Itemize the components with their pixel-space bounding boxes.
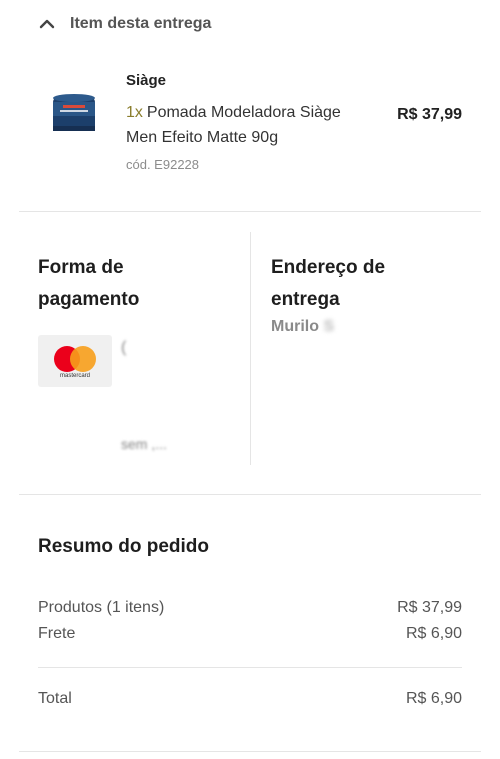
payment-card-info: ( bbox=[121, 339, 127, 356]
summary-title: Resumo do pedido bbox=[38, 536, 209, 557]
payment-installments: sem ,... bbox=[121, 436, 167, 452]
mastercard-card: mastercard bbox=[38, 335, 112, 387]
summary-total-label: Total bbox=[38, 690, 72, 707]
payment-title-line1: Forma de bbox=[38, 257, 124, 278]
address-recipient-name: Murilo bbox=[271, 318, 319, 335]
item-section-title: Item desta entrega bbox=[70, 15, 212, 32]
product-name[interactable]: 1x Pomada Modeladora Siàge Men Efeito Mat… bbox=[126, 100, 371, 150]
address-title: Endereço de entrega bbox=[271, 252, 385, 316]
summary-shipping-value: R$ 6,90 bbox=[405, 625, 462, 642]
address-title-line2: entrega bbox=[271, 289, 340, 310]
section-divider bbox=[19, 211, 481, 212]
summary-products-value: R$ 37,99 bbox=[397, 599, 462, 616]
column-divider bbox=[250, 232, 251, 465]
product-price: R$ 37,99 bbox=[397, 106, 462, 123]
payment-title: Forma de pagamento bbox=[38, 252, 139, 316]
item-section-toggle[interactable]: Item desta entrega bbox=[38, 12, 211, 36]
product-image[interactable] bbox=[50, 92, 98, 134]
address-recipient: Murilo S bbox=[271, 318, 334, 336]
product-quantity: 1x bbox=[126, 104, 143, 121]
chevron-up-icon bbox=[39, 19, 55, 29]
mastercard-logo-text: mastercard bbox=[59, 373, 90, 379]
summary-shipping-label: Frete bbox=[38, 625, 76, 642]
address-title-line1: Endereço de bbox=[271, 257, 386, 278]
section-divider bbox=[19, 751, 481, 752]
section-divider bbox=[19, 494, 481, 495]
product-brand: Siàge bbox=[126, 72, 167, 89]
summary-total-value: R$ 6,90 bbox=[405, 690, 462, 707]
summary-divider bbox=[38, 667, 462, 668]
product-title: Pomada Modeladora Siàge Men Efeito Matte… bbox=[126, 104, 341, 146]
mastercard-logo-yellow bbox=[70, 346, 96, 372]
product-code: cód. E92228 bbox=[126, 157, 200, 172]
summary-products-label: Produtos (1 itens) bbox=[38, 599, 165, 616]
payment-title-line2: pagamento bbox=[38, 289, 140, 310]
address-recipient-faded: S bbox=[323, 318, 335, 335]
